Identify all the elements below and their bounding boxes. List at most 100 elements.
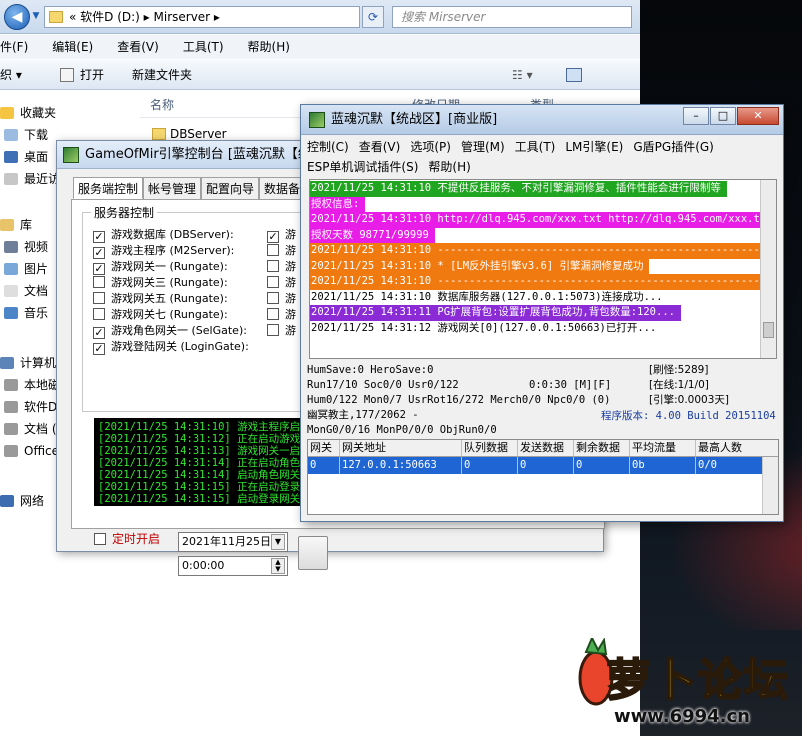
nav-pictures[interactable]: 图片 <box>4 259 48 279</box>
menu-help[interactable]: 帮助(H) <box>248 40 290 54</box>
column-sent[interactable]: 发送数据 <box>518 440 574 456</box>
menu-view[interactable]: 查看(V) <box>359 140 401 154</box>
view-options-icon[interactable]: ☷ ▾ <box>512 60 533 90</box>
check-right-3[interactable]: 游 <box>267 259 296 275</box>
menu-help[interactable]: 帮助(H) <box>428 160 470 174</box>
checkbox[interactable]: ✓ <box>93 327 105 339</box>
nav-drive-office[interactable]: Office <box>4 441 59 461</box>
tab-data-backup[interactable]: 数据备 <box>259 177 306 199</box>
check-m2server[interactable]: ✓ 游戏主程序 (M2Server): <box>93 243 234 259</box>
nav-local-disk[interactable]: 本地磁 <box>4 375 60 395</box>
chevron-down-icon[interactable]: ▼ <box>271 534 285 550</box>
checkbox[interactable]: ✓ <box>267 231 279 243</box>
table-scrollbar[interactable] <box>762 457 778 514</box>
new-folder-button[interactable]: 新建文件夹 <box>132 60 192 90</box>
nav-favorites[interactable]: 收藏夹 <box>0 103 56 123</box>
back-icon[interactable]: ◀ <box>4 4 30 30</box>
console-log[interactable]: [2021/11/25 14:31:10] 游戏主程序启 [2021/11/25… <box>94 418 304 506</box>
nav-desktop[interactable]: 桌面 <box>4 147 48 167</box>
column-remaining[interactable]: 剩余数据 <box>574 440 630 456</box>
log-scrollbar[interactable] <box>760 180 776 358</box>
checkbox[interactable]: ✓ <box>93 343 105 355</box>
m2server-titlebar[interactable]: 蓝魂沉默【统战区】[商业版] – □ ✕ <box>301 105 783 135</box>
check-right-1[interactable]: ✓ 游 <box>267 227 296 243</box>
nav-music[interactable]: 音乐 <box>4 303 48 323</box>
column-avg-traffic[interactable]: 平均流量 <box>630 440 696 456</box>
column-address[interactable]: 网关地址 <box>340 440 462 456</box>
check-selgate[interactable]: ✓ 游戏角色网关一 (SelGate): <box>93 323 247 339</box>
nav-libraries[interactable]: 库 <box>0 215 32 235</box>
open-button[interactable]: 打开 <box>60 60 104 90</box>
menu-options[interactable]: 选项(P) <box>410 140 451 154</box>
scroll-thumb[interactable] <box>763 322 774 338</box>
nav-computer[interactable]: 计算机 <box>0 353 56 373</box>
menu-tools[interactable]: 工具(T) <box>515 140 556 154</box>
spin-icon[interactable]: ▲ ▼ <box>271 558 285 574</box>
tab-server-control[interactable]: 服务端控制 <box>73 177 144 199</box>
nav-drive-d[interactable]: 软件D <box>4 397 57 417</box>
start-button[interactable] <box>298 536 328 570</box>
checkbox[interactable] <box>93 276 105 288</box>
timer-start-checkbox[interactable]: 定时开启 <box>94 530 160 547</box>
check-rungate-7[interactable]: 游戏网关七 (Rungate): <box>93 307 228 323</box>
check-rungate-1[interactable]: ✓ 游戏网关一 (Rungate): <box>93 259 228 275</box>
checkbox[interactable] <box>267 276 279 288</box>
column-queue[interactable]: 队列数据 <box>462 440 518 456</box>
menu-view[interactable]: 查看(V) <box>117 40 159 54</box>
chevron-down-icon[interactable]: ▼ <box>30 4 42 30</box>
checkbox[interactable]: ✓ <box>93 247 105 259</box>
maximize-icon[interactable]: □ <box>710 107 736 125</box>
checkbox[interactable]: ✓ <box>93 231 105 243</box>
checkbox[interactable] <box>267 324 279 336</box>
check-dbserver[interactable]: ✓ 游戏数据库 (DBServer): <box>93 227 234 243</box>
checkbox[interactable] <box>93 308 105 320</box>
date-picker[interactable]: 2021年11月25日 ▼ <box>178 532 288 552</box>
menu-lm-engine[interactable]: LM引擎(E) <box>565 140 623 154</box>
close-icon[interactable]: ✕ <box>737 107 779 125</box>
menu-manage[interactable]: 管理(M) <box>461 140 505 154</box>
checkbox[interactable]: ✓ <box>93 263 105 275</box>
log-line: [2021/11/25 14:31:12] 正在启动游戏 <box>98 433 301 445</box>
check-right-2[interactable]: 游 <box>267 243 296 259</box>
nav-recent[interactable]: 最近访 <box>4 169 60 189</box>
menu-control[interactable]: 控制(C) <box>307 140 349 154</box>
checkbox[interactable] <box>94 533 106 545</box>
column-name[interactable]: 名称 <box>150 92 174 118</box>
tab-account-manage[interactable]: 帐号管理 <box>143 177 202 199</box>
minimize-icon[interactable]: – <box>683 107 709 125</box>
column-gateway[interactable]: 网关 <box>308 440 340 456</box>
nav-label: 下载 <box>24 128 49 142</box>
checkbox[interactable] <box>267 244 279 256</box>
checkbox[interactable] <box>93 292 105 304</box>
nav-documents[interactable]: 文档 <box>4 281 48 301</box>
organize-button[interactable]: 织 ▾ <box>0 60 22 90</box>
nav-downloads[interactable]: 下载 <box>4 125 48 145</box>
refresh-icon[interactable]: ⟳ <box>362 6 384 28</box>
preview-pane-icon[interactable] <box>566 68 582 82</box>
search-input[interactable]: 搜索 Mirserver <box>392 6 632 28</box>
check-rungate-5[interactable]: 游戏网关五 (Rungate): <box>93 291 228 307</box>
checkbox[interactable] <box>267 308 279 320</box>
nav-videos[interactable]: 视频 <box>4 237 48 257</box>
address-field[interactable]: « 软件D (D:) ▸ Mirserver ▸ <box>44 6 360 28</box>
checkbox[interactable] <box>267 260 279 272</box>
menu-file[interactable]: 件(F) <box>0 40 28 54</box>
nav-network[interactable]: 网络 <box>0 491 44 511</box>
tab-config-wizard[interactable]: 配置向导 <box>201 177 260 199</box>
check-logingate[interactable]: ✓ 游戏登陆网关 (LoginGate): <box>93 339 249 355</box>
check-right-5[interactable]: 游 <box>267 291 296 307</box>
check-right-7[interactable]: 游 <box>267 323 296 339</box>
check-rungate-3[interactable]: 游戏网关三 (Rungate): <box>93 275 228 291</box>
menu-tools[interactable]: 工具(T) <box>183 40 224 54</box>
column-max-users[interactable]: 最高人数 <box>696 440 762 456</box>
check-right-4[interactable]: 游 <box>267 275 296 291</box>
table-row[interactable]: 0 127.0.0.1:50663 0 0 0 0b 0/0 <box>308 457 778 474</box>
menu-g-shield[interactable]: G盾PG插件(G) <box>633 140 714 154</box>
checkbox[interactable] <box>267 292 279 304</box>
menu-esp-debug[interactable]: ESP单机调试插件(S) <box>307 160 418 174</box>
server-log[interactable]: 2021/11/25 14:31:10 不提供反挂服务、不对引擎漏洞修复、插件性… <box>309 179 777 359</box>
menu-edit[interactable]: 编辑(E) <box>52 40 93 54</box>
nav-drive-docs[interactable]: 文档 ( <box>4 419 57 439</box>
time-picker[interactable]: 0:00:00 ▲ ▼ <box>178 556 288 576</box>
check-right-6[interactable]: 游 <box>267 307 296 323</box>
